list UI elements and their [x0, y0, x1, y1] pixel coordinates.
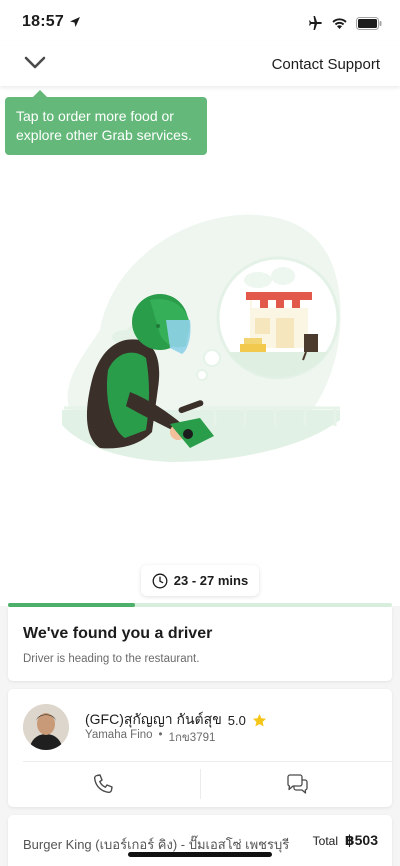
contact-support-link[interactable]: Contact Support	[272, 56, 380, 73]
eta-badge: 23 - 27 mins	[141, 565, 259, 596]
clock-icon	[152, 573, 168, 588]
location-arrow-icon	[70, 17, 80, 27]
driver-avatar[interactable]	[23, 704, 69, 750]
total-label: Total	[312, 834, 338, 848]
status-subtitle: Driver is heading to the restaurant.	[23, 653, 200, 665]
vehicle-model: Yamaha Fino	[85, 729, 153, 741]
driver-status-card: We've found you a driver Driver is headi…	[8, 607, 392, 681]
driver-photo	[23, 704, 69, 750]
order-progress-bar	[8, 603, 392, 607]
status-time: 18:57	[22, 13, 64, 30]
total-value: ฿503	[344, 832, 378, 848]
order-more-tooltip[interactable]: Tap to order more food or explore other …	[5, 90, 207, 155]
driver-name: (GFC)สุกัญญา กันต์สุข	[85, 711, 222, 727]
action-divider	[200, 769, 201, 799]
status-bar: 18:57	[0, 0, 400, 46]
star-icon	[252, 713, 266, 726]
battery-icon	[356, 16, 382, 30]
status-icons	[307, 15, 382, 31]
chat-icon[interactable]	[285, 773, 309, 795]
tooltip-arrow	[33, 90, 47, 97]
chevron-down-icon[interactable]	[24, 56, 46, 70]
airplane-icon	[309, 16, 322, 30]
vehicle-info: Yamaha Fino • 1กข3791	[85, 729, 215, 747]
illustration-area	[0, 86, 400, 606]
driver-name-row: (GFC)สุกัญญา กันต์สุข 5.0	[85, 709, 267, 731]
vehicle-plate: 1กข3791	[168, 732, 216, 744]
divider	[23, 761, 392, 762]
driver-heading-to-restaurant-illustration	[62, 214, 341, 462]
progress-fill	[8, 603, 135, 607]
eta-text: 23 - 27 mins	[173, 573, 249, 588]
tooltip-text: Tap to order more food or explore other …	[16, 108, 192, 143]
top-header: Contact Support	[0, 46, 400, 86]
driver-card: (GFC)สุกัญญา กันต์สุข 5.0 Yamaha Fino • …	[8, 689, 392, 807]
status-title: We've found you a driver	[23, 625, 213, 642]
home-indicator	[128, 852, 272, 857]
driver-rating: 5.0	[227, 712, 246, 728]
wifi-icon	[332, 17, 347, 29]
phone-icon[interactable]	[92, 773, 114, 795]
order-summary-card[interactable]: Burger King (เบอร์เกอร์ คิง) - ปั๊มเอสโซ…	[8, 815, 392, 866]
separator-dot: •	[158, 729, 163, 741]
